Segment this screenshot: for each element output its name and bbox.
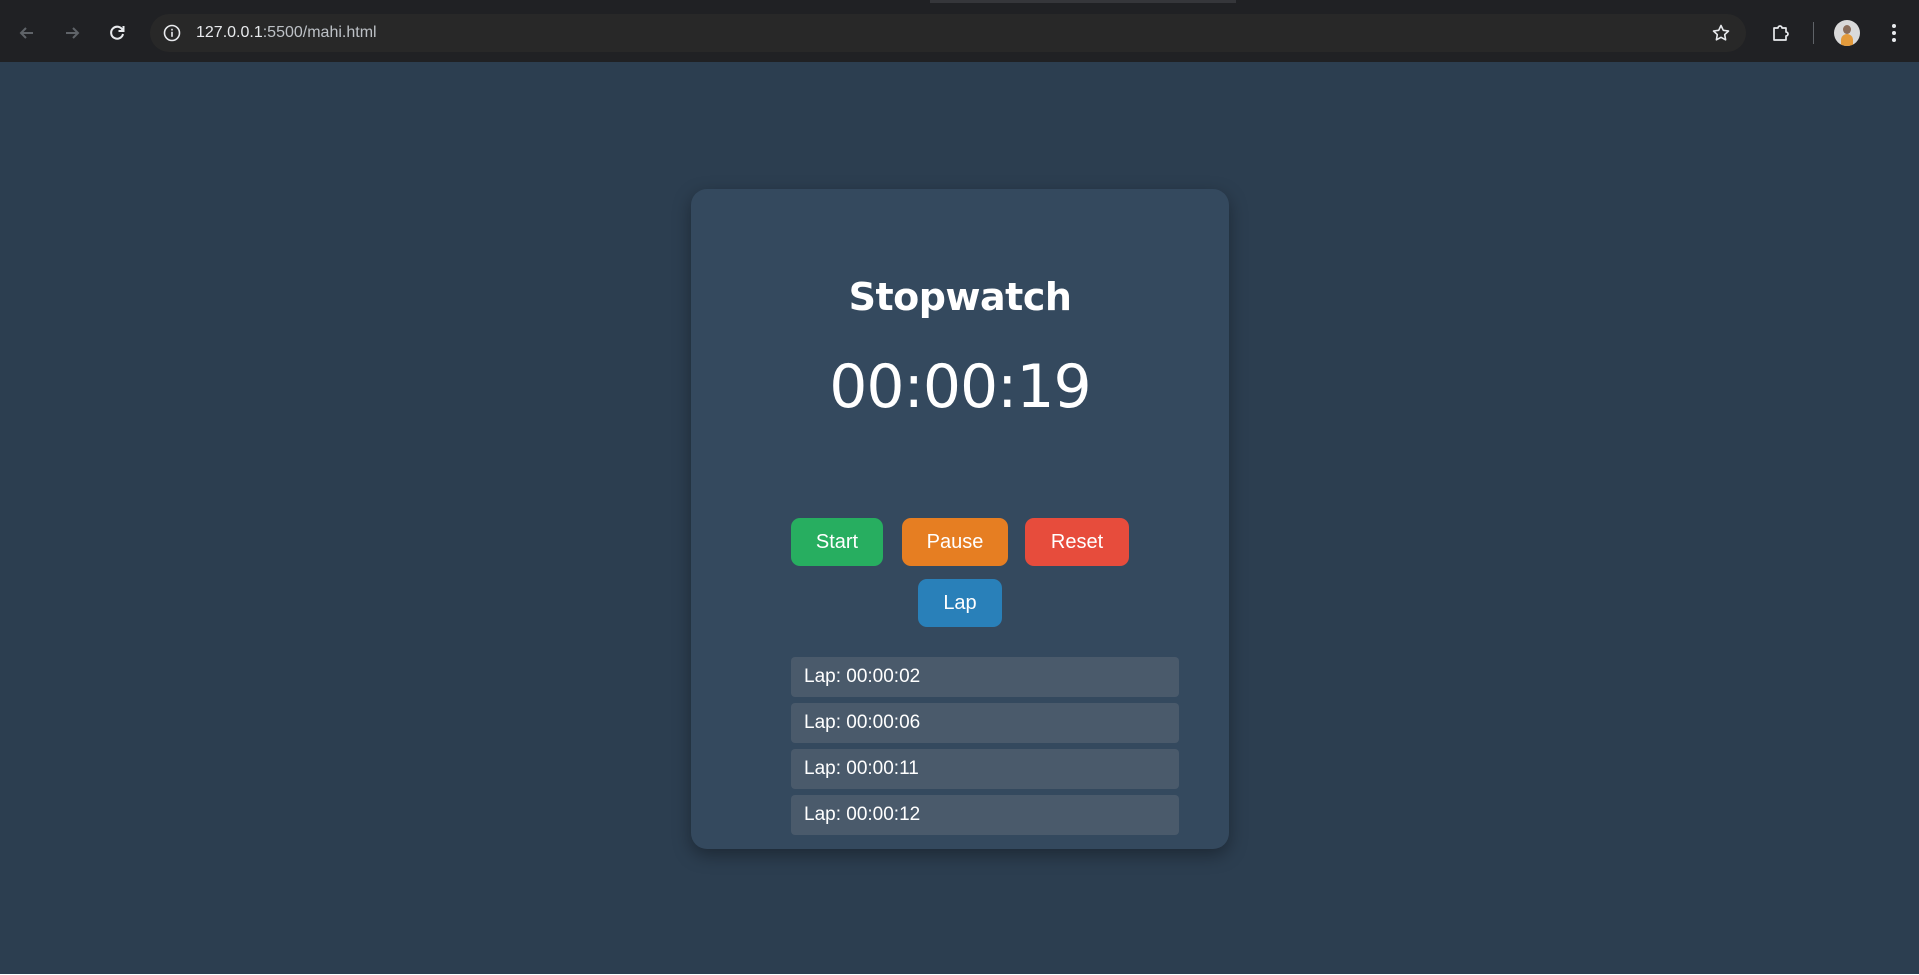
reload-button[interactable]	[101, 17, 133, 49]
address-bar[interactable]: 127.0.0.1:5500/mahi.html	[150, 14, 1746, 52]
lap-item: Lap: 00:00:11	[791, 749, 1179, 789]
stopwatch-card: Stopwatch 00:00:19 Start Pause Reset Lap…	[691, 189, 1229, 849]
reload-icon	[110, 25, 125, 40]
forward-button[interactable]	[56, 17, 88, 49]
extensions-button[interactable]	[1765, 17, 1797, 49]
forward-arrow-icon	[66, 27, 80, 39]
avatar-body	[1841, 34, 1853, 46]
tab-strip-edge	[0, 0, 1919, 3]
menu-button[interactable]	[1878, 17, 1910, 49]
browser-toolbar: 127.0.0.1:5500/mahi.html	[0, 0, 1919, 62]
bookmark-button[interactable]	[1710, 22, 1732, 44]
lap-item: Lap: 00:00:06	[791, 703, 1179, 743]
tab-edge-right	[1236, 0, 1919, 3]
info-icon	[163, 24, 181, 42]
url-text[interactable]: 127.0.0.1:5500/mahi.html	[196, 24, 377, 42]
pause-button[interactable]: Pause	[902, 518, 1008, 566]
back-button[interactable]	[11, 17, 43, 49]
site-info-button[interactable]	[162, 23, 182, 43]
url-path: :5500/mahi.html	[262, 24, 377, 41]
lap-button[interactable]: Lap	[918, 579, 1002, 627]
lap-item: Lap: 00:00:12	[791, 795, 1179, 835]
avatar[interactable]	[1834, 20, 1860, 46]
time-display: 00:00:19	[829, 352, 1091, 422]
star-icon	[1712, 24, 1730, 41]
reset-button[interactable]: Reset	[1025, 518, 1129, 566]
lap-item: Lap: 00:00:02	[791, 657, 1179, 697]
avatar-head	[1843, 25, 1851, 34]
page-content: Stopwatch 00:00:19 Start Pause Reset Lap…	[0, 62, 1919, 975]
lap-list: Lap: 00:00:02 Lap: 00:00:06 Lap: 00:00:1…	[791, 657, 1179, 841]
page-title: Stopwatch	[848, 275, 1072, 319]
back-arrow-icon	[19, 27, 33, 39]
url-host: 127.0.0.1	[196, 24, 263, 41]
tab-edge-left	[0, 0, 930, 3]
puzzle-icon	[1773, 25, 1789, 41]
toolbar-separator	[1813, 22, 1814, 44]
start-button[interactable]: Start	[791, 518, 883, 566]
kebab-menu-icon	[1892, 24, 1896, 42]
